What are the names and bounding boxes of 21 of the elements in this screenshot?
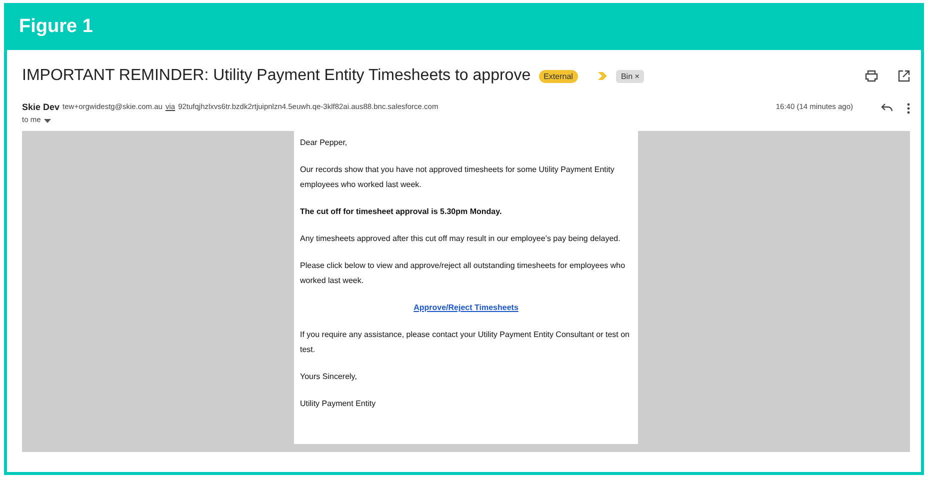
remove-label-button[interactable]: × [634, 72, 640, 80]
sender-name: Skie Dev [22, 102, 60, 112]
dropdown-icon[interactable] [44, 119, 51, 123]
body-paragraph: If you require any assistance, please contact your Utility Payment Entity Consultant or test on test. [300, 329, 630, 356]
body-paragraph: Yours Sincerely, [300, 371, 358, 383]
body-paragraph: Utility Payment Entity [300, 398, 377, 410]
approve-reject-link[interactable]: Approve/Reject Timesheets [414, 303, 518, 312]
body-paragraph: Please click below to view and approve/reject all outstanding timesheets for employees who worked last week. [300, 260, 626, 287]
print-icon[interactable] [865, 70, 878, 82]
more-icon[interactable] [907, 103, 910, 114]
importance-icon [598, 72, 608, 80]
body-paragraph: The cut off for timesheet approval is 5.30pm Monday. [300, 206, 503, 218]
open-new-window-icon[interactable] [898, 70, 910, 82]
figure-title: Figure 1 [19, 16, 93, 38]
email-subject: IMPORTANT REMINDER: Utility Payment Entity Timesheets to approve [22, 67, 531, 85]
body-paragraph: Any timesheets approved after this cut off may result in our employee’s pay being delayed. [300, 233, 622, 245]
reply-icon[interactable] [881, 103, 893, 112]
body-paragraph: Our records show that you have not approved timesheets for some Utility Payment Entity employees who worked last week. [300, 164, 616, 191]
body-paragraph: Dear Pepper, [300, 137, 348, 149]
folder-label: Bin × [616, 70, 644, 82]
external-label: External [538, 70, 578, 82]
